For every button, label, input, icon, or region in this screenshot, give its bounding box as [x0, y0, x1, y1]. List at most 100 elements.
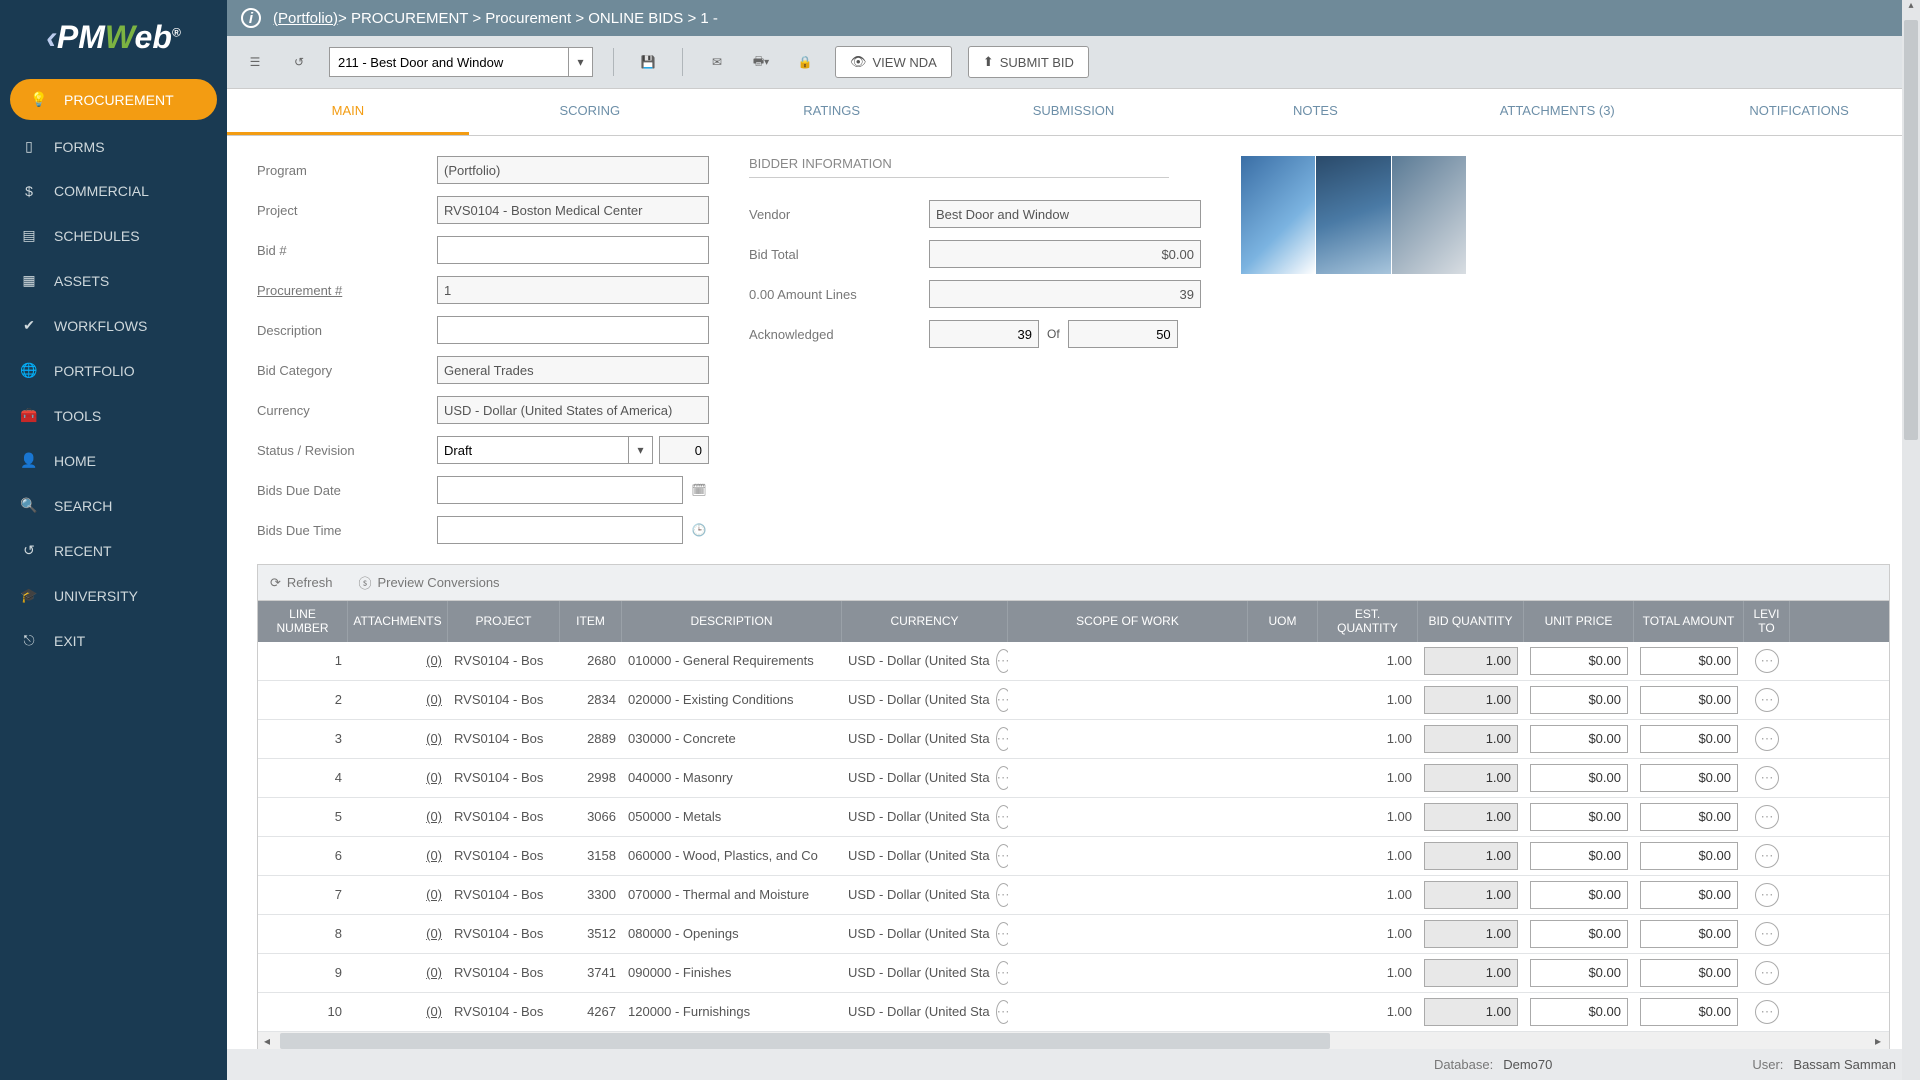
- chevron-down-icon[interactable]: ▾: [629, 436, 653, 464]
- ellipsis-icon[interactable]: ⋯: [1755, 844, 1779, 868]
- ellipsis-icon[interactable]: ⋯: [1755, 688, 1779, 712]
- clock-icon[interactable]: 🕒: [689, 520, 709, 540]
- vendor-select-input[interactable]: [329, 47, 569, 77]
- vertical-scrollbar[interactable]: ▴: [1902, 0, 1920, 1080]
- total-amount-input[interactable]: [1640, 842, 1738, 870]
- sidebar-item-procurement[interactable]: 💡PROCUREMENT: [10, 79, 217, 120]
- attachments-link[interactable]: (0): [426, 770, 442, 785]
- ellipsis-icon[interactable]: ⋯: [996, 688, 1008, 712]
- ellipsis-icon[interactable]: ⋯: [1755, 883, 1779, 907]
- tab-submission[interactable]: SUBMISSION: [953, 89, 1195, 135]
- sidebar-item-portfolio[interactable]: 🌐PORTFOLIO: [0, 348, 227, 393]
- ellipsis-icon[interactable]: ⋯: [996, 649, 1008, 673]
- save-icon[interactable]: 💾: [634, 48, 662, 76]
- total-amount-input[interactable]: [1640, 959, 1738, 987]
- email-icon[interactable]: ✉: [703, 48, 731, 76]
- bid-qty-input[interactable]: [1424, 998, 1518, 1026]
- ellipsis-icon[interactable]: ⋯: [996, 766, 1008, 790]
- ellipsis-icon[interactable]: ⋯: [1755, 922, 1779, 946]
- col-bid-qty[interactable]: BID QUANTITY: [1418, 601, 1524, 642]
- ellipsis-icon[interactable]: ⋯: [996, 844, 1008, 868]
- attachments-link[interactable]: (0): [426, 692, 442, 707]
- sidebar-item-assets[interactable]: ▦ASSETS: [0, 258, 227, 303]
- total-amount-input[interactable]: [1640, 764, 1738, 792]
- col-est-qty[interactable]: EST. QUANTITY: [1318, 601, 1418, 642]
- unit-price-input[interactable]: [1530, 647, 1628, 675]
- ellipsis-icon[interactable]: ⋯: [996, 1000, 1008, 1024]
- attachments-link[interactable]: (0): [426, 965, 442, 980]
- bid-qty-input[interactable]: [1424, 725, 1518, 753]
- duetime-field[interactable]: [437, 516, 683, 544]
- tab-attachments[interactable]: ATTACHMENTS (3): [1436, 89, 1678, 135]
- col-unit-price[interactable]: UNIT PRICE: [1524, 601, 1634, 642]
- attachments-link[interactable]: (0): [426, 809, 442, 824]
- tab-scoring[interactable]: SCORING: [469, 89, 711, 135]
- col-total-amount[interactable]: TOTAL AMOUNT: [1634, 601, 1744, 642]
- bid-qty-input[interactable]: [1424, 647, 1518, 675]
- unit-price-input[interactable]: [1530, 764, 1628, 792]
- table-row[interactable]: 9(0)RVS0104 - Bos3741090000 - FinishesUS…: [258, 954, 1889, 993]
- table-row[interactable]: 3(0)RVS0104 - Bos2889030000 - ConcreteUS…: [258, 720, 1889, 759]
- bid-qty-input[interactable]: [1424, 803, 1518, 831]
- sidebar-item-home[interactable]: 👤HOME: [0, 438, 227, 483]
- sidebar-item-commercial[interactable]: $COMMERCIAL: [0, 169, 227, 213]
- total-amount-input[interactable]: [1640, 803, 1738, 831]
- unit-price-input[interactable]: [1530, 803, 1628, 831]
- col-levi[interactable]: LEVI TO: [1744, 601, 1790, 642]
- refresh-button[interactable]: ⟳Refresh: [270, 573, 332, 592]
- unit-price-input[interactable]: [1530, 842, 1628, 870]
- tab-notes[interactable]: NOTES: [1194, 89, 1436, 135]
- info-icon[interactable]: i: [241, 8, 261, 28]
- attachments-link[interactable]: (0): [426, 1004, 442, 1019]
- table-row[interactable]: 5(0)RVS0104 - Bos3066050000 - MetalsUSD …: [258, 798, 1889, 837]
- unit-price-input[interactable]: [1530, 959, 1628, 987]
- print-icon[interactable]: 🖶▾: [747, 48, 775, 76]
- bid-qty-input[interactable]: [1424, 842, 1518, 870]
- table-row[interactable]: 10(0)RVS0104 - Bos4267120000 - Furnishin…: [258, 993, 1889, 1032]
- ellipsis-icon[interactable]: ⋯: [1755, 766, 1779, 790]
- col-uom[interactable]: UOM: [1248, 601, 1318, 642]
- sidebar-item-recent[interactable]: ↺RECENT: [0, 528, 227, 573]
- total-amount-input[interactable]: [1640, 920, 1738, 948]
- submit-bid-button[interactable]: ⬆SUBMIT BID: [968, 46, 1089, 78]
- col-currency[interactable]: CURRENCY: [842, 601, 1008, 642]
- table-row[interactable]: 7(0)RVS0104 - Bos3300070000 - Thermal an…: [258, 876, 1889, 915]
- chevron-down-icon[interactable]: ▾: [569, 47, 593, 77]
- sidebar-item-search[interactable]: 🔍SEARCH: [0, 483, 227, 528]
- ellipsis-icon[interactable]: ⋯: [996, 805, 1008, 829]
- preview-conversions-button[interactable]: ⓢPreview Conversions: [358, 573, 499, 592]
- col-line[interactable]: LINE NUMBER: [258, 601, 348, 642]
- table-row[interactable]: 8(0)RVS0104 - Bos3512080000 - OpeningsUS…: [258, 915, 1889, 954]
- col-scope[interactable]: SCOPE OF WORK: [1008, 601, 1248, 642]
- tab-notifications[interactable]: NOTIFICATIONS: [1678, 89, 1920, 135]
- view-nda-button[interactable]: 👁VIEW NDA: [835, 46, 952, 78]
- total-amount-input[interactable]: [1640, 725, 1738, 753]
- table-row[interactable]: 4(0)RVS0104 - Bos2998040000 - MasonryUSD…: [258, 759, 1889, 798]
- bid-qty-input[interactable]: [1424, 881, 1518, 909]
- table-row[interactable]: 6(0)RVS0104 - Bos3158060000 - Wood, Plas…: [258, 837, 1889, 876]
- bid-qty-input[interactable]: [1424, 686, 1518, 714]
- ellipsis-icon[interactable]: ⋯: [1755, 805, 1779, 829]
- attachments-link[interactable]: (0): [426, 887, 442, 902]
- history-icon[interactable]: ↺: [285, 48, 313, 76]
- bid-qty-input[interactable]: [1424, 764, 1518, 792]
- attachments-link[interactable]: (0): [426, 926, 442, 941]
- ellipsis-icon[interactable]: ⋯: [996, 922, 1008, 946]
- ellipsis-icon[interactable]: ⋯: [1755, 727, 1779, 751]
- tab-main[interactable]: MAIN: [227, 89, 469, 135]
- bid-qty-input[interactable]: [1424, 920, 1518, 948]
- unit-price-input[interactable]: [1530, 725, 1628, 753]
- attachments-link[interactable]: (0): [426, 731, 442, 746]
- ellipsis-icon[interactable]: ⋯: [996, 883, 1008, 907]
- tab-ratings[interactable]: RATINGS: [711, 89, 953, 135]
- bid-qty-input[interactable]: [1424, 959, 1518, 987]
- attachments-link[interactable]: (0): [426, 848, 442, 863]
- breadcrumb-portfolio-link[interactable]: (Portfolio): [273, 10, 338, 27]
- sidebar-item-forms[interactable]: ▯FORMS: [0, 124, 227, 169]
- col-item[interactable]: ITEM: [560, 601, 622, 642]
- table-row[interactable]: 1(0)RVS0104 - Bos2680010000 - General Re…: [258, 642, 1889, 681]
- ellipsis-icon[interactable]: ⋯: [1755, 1000, 1779, 1024]
- unit-price-input[interactable]: [1530, 920, 1628, 948]
- procno-label[interactable]: Procurement #: [257, 283, 437, 298]
- description-field[interactable]: [437, 316, 709, 344]
